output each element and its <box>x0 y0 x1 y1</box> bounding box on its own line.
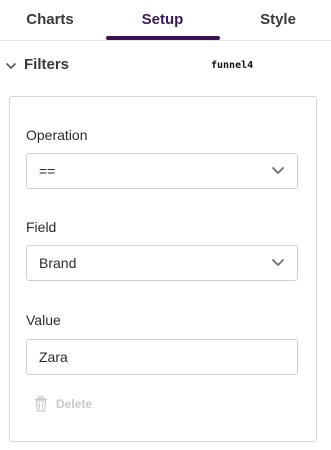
operation-label: Operation <box>26 127 88 143</box>
operation-value: == <box>39 163 56 179</box>
field-value: Brand <box>39 255 77 271</box>
active-tab-indicator <box>106 36 220 40</box>
trash-icon <box>35 396 47 412</box>
setup-panel: Charts Setup Style Filters funnel4 Opera… <box>0 0 331 450</box>
delete-label: Delete <box>56 397 93 411</box>
filters-section-header[interactable]: Filters funnel4 <box>0 52 331 82</box>
field-select[interactable]: Brand <box>26 245 298 281</box>
value-label: Value <box>26 312 61 328</box>
tab-style[interactable]: Style <box>225 0 331 40</box>
tab-setup[interactable]: Setup <box>105 0 220 40</box>
field-label: Field <box>26 219 57 235</box>
chart-id-label: funnel4 <box>211 60 254 71</box>
value-input-text: Zara <box>39 349 68 365</box>
value-input[interactable]: Zara <box>26 339 298 375</box>
filters-title: Filters <box>24 56 70 73</box>
chevron-down-icon <box>272 167 284 174</box>
filter-card: Operation == Field Brand Value Zara Dele… <box>9 96 317 442</box>
tab-charts[interactable]: Charts <box>0 0 100 40</box>
tab-bar: Charts Setup Style <box>0 0 331 41</box>
chevron-down-icon <box>272 259 284 266</box>
chevron-down-icon <box>6 63 16 69</box>
operation-select[interactable]: == <box>26 153 298 189</box>
